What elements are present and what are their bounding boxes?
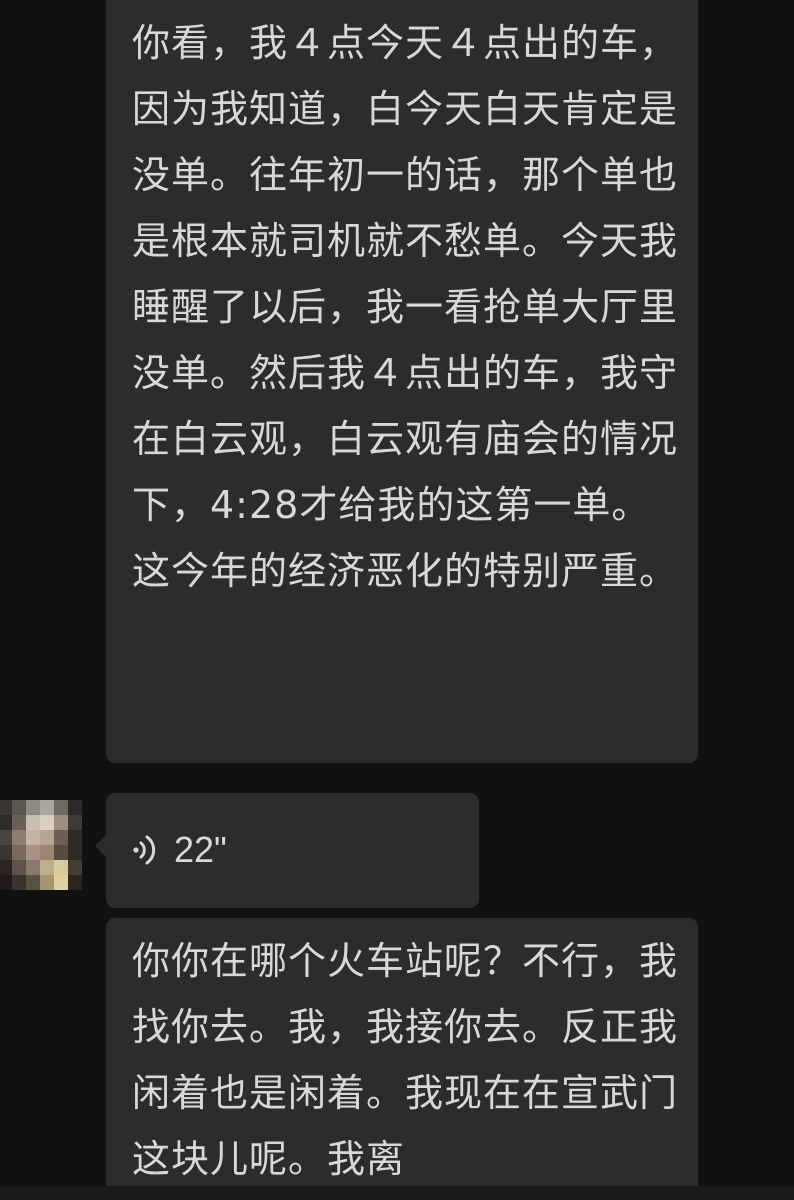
message-bubble-text[interactable]: 你看，我４点今天４点出的车，因为我知道，白今天白天肯定是没单。往年初一的话，那个… (106, 0, 698, 763)
message-bubble-text[interactable]: 你你在哪个火车站呢？不行，我找你去。我，我接你去。反正我闲着也是闲着。我现在在宣… (106, 918, 698, 1200)
message-text: 你你在哪个火车站呢？不行，我找你去。我，我接你去。反正我闲着也是闲着。我现在在宣… (132, 939, 679, 1181)
voice-wave-icon (133, 835, 156, 865)
chat-message-list[interactable]: 你看，我４点今天４点出的车，因为我知道，白今天白天肯定是没单。往年初一的话，那个… (0, 0, 794, 1200)
voice-message-row[interactable]: 22" (130, 829, 227, 871)
bottom-edge-bar (0, 1186, 794, 1200)
avatar[interactable] (0, 800, 82, 890)
message-text: 你看，我４点今天４点出的车，因为我知道，白今天白天肯定是没单。往年初一的话，那个… (132, 21, 679, 593)
voice-duration: 22" (174, 829, 227, 870)
message-bubble-voice[interactable]: 22" (95, 793, 479, 908)
